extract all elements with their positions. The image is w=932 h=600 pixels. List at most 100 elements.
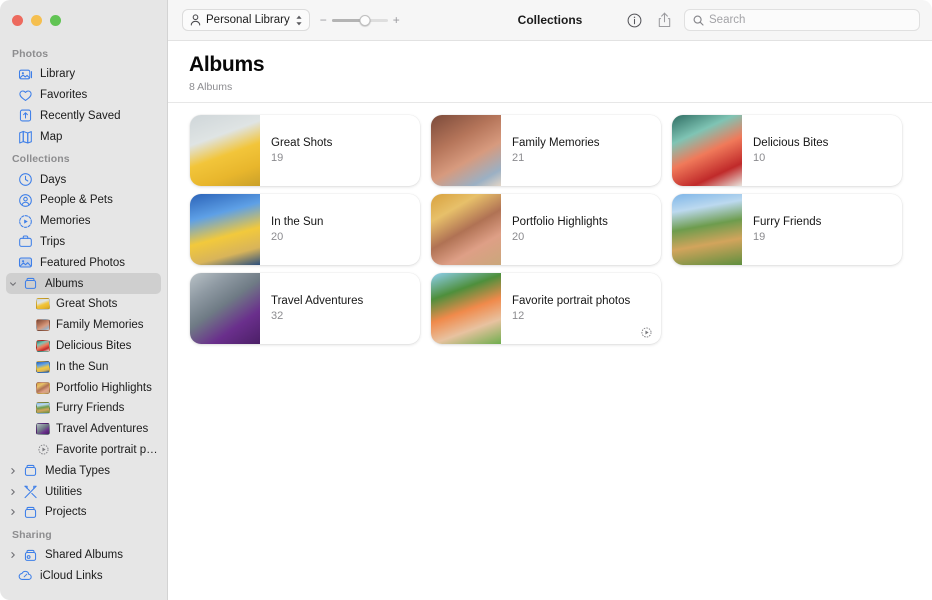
album-thumbnail	[431, 194, 501, 265]
smart-album-gear-icon	[36, 443, 50, 457]
albums-grid-wrapper: Great Shots 19 Family Memories 21 Delicious …	[168, 103, 932, 344]
album-box-icon	[23, 463, 38, 478]
chevron-up-down-icon	[295, 15, 303, 26]
search-field[interactable]: Search	[684, 9, 920, 31]
sidebar-item-favorites[interactable]: Favorites	[6, 85, 161, 106]
sidebar-item-favorite-portrait-photos[interactable]: Favorite portrait photos	[6, 440, 161, 461]
album-thumbnail	[190, 115, 260, 186]
sidebar-item-label: Family Memories	[56, 319, 144, 332]
chevron-right-icon[interactable]	[8, 467, 17, 475]
sidebar-item-portfolio-highlights[interactable]: Portfolio Highlights	[6, 377, 161, 398]
sidebar-item-family-memories[interactable]: Family Memories	[6, 315, 161, 336]
album-thumbnail-icon	[36, 318, 50, 332]
zoom-button[interactable]	[50, 14, 61, 26]
album-card[interactable]: In the Sun 20	[190, 194, 420, 265]
album-thumbnail	[672, 194, 742, 265]
sidebar-item-label: Favorite portrait photos	[56, 443, 161, 456]
album-card[interactable]: Travel Adventures 32	[190, 273, 420, 344]
clock-icon	[18, 172, 33, 187]
chevron-right-icon[interactable]	[8, 508, 17, 516]
page-title: Albums	[189, 53, 265, 76]
album-count: 19	[271, 152, 284, 164]
album-card-text: Family Memories 21	[501, 115, 661, 186]
album-card-text: Travel Adventures 32	[260, 273, 420, 344]
zoom-slider[interactable]	[331, 14, 388, 26]
sidebar-item-label: Library	[40, 68, 76, 81]
album-card[interactable]: Furry Friends 19	[672, 194, 902, 265]
album-count: 20	[271, 231, 284, 243]
album-name: Great Shots	[271, 137, 333, 149]
library-selector[interactable]: Personal Library	[182, 9, 310, 31]
sidebar-item-label: Map	[40, 130, 63, 143]
sidebar-item-travel-adventures[interactable]: Travel Adventures	[6, 419, 161, 440]
sidebar-item-icloud-links[interactable]: iCloud Links	[6, 566, 161, 587]
sidebar-item-label: People & Pets	[40, 194, 113, 207]
sidebar-item-people-pets[interactable]: People & Pets	[6, 190, 161, 211]
person-circle-icon	[18, 193, 33, 208]
chevron-down-icon[interactable]	[8, 280, 17, 288]
heart-icon	[18, 88, 33, 103]
sidebar-item-label: Utilities	[45, 485, 83, 498]
close-button[interactable]	[12, 14, 23, 26]
sidebar-item-label: Travel Adventures	[56, 423, 149, 436]
share-button[interactable]	[654, 10, 674, 30]
album-thumbnail	[431, 115, 501, 186]
album-thumbnail-icon	[36, 339, 50, 353]
album-name: Travel Adventures	[271, 295, 364, 307]
sidebar: Photos Library Favorites Recently Saved Map C…	[0, 0, 168, 600]
album-count-label: 8 Albums	[189, 81, 233, 93]
album-name: Favorite portrait photos	[512, 295, 631, 307]
toolbar-title: Collections	[517, 13, 583, 27]
minimize-button[interactable]	[31, 14, 42, 26]
sidebar-list[interactable]: Photos Library Favorites Recently Saved Map C…	[0, 40, 167, 586]
info-button[interactable]	[624, 10, 644, 30]
suitcase-icon	[18, 234, 33, 249]
sidebar-item-trips[interactable]: Trips	[6, 232, 161, 253]
sidebar-item-label: Furry Friends	[56, 402, 125, 415]
sidebar-section-header: Sharing	[12, 528, 52, 541]
album-card-text: Delicious Bites 10	[742, 115, 902, 186]
zoom-control[interactable]: − +	[320, 13, 400, 27]
album-name: Family Memories	[512, 137, 600, 149]
sidebar-item-utilities[interactable]: Utilities	[6, 481, 161, 502]
recently-saved-icon	[18, 108, 33, 123]
sidebar-item-delicious-bites[interactable]: Delicious Bites	[6, 336, 161, 357]
sidebar-item-label: Great Shots	[56, 298, 118, 311]
album-card[interactable]: Favorite portrait photos 12	[431, 273, 661, 344]
album-card[interactable]: Family Memories 21	[431, 115, 661, 186]
traffic-lights	[0, 0, 167, 40]
sidebar-item-label: In the Sun	[56, 360, 109, 373]
chevron-right-icon[interactable]	[8, 551, 17, 559]
zoom-in-button[interactable]: +	[393, 13, 400, 27]
sidebar-item-label: Albums	[45, 277, 84, 290]
sidebar-item-projects[interactable]: Projects	[6, 502, 161, 523]
share-icon	[658, 12, 671, 28]
album-card[interactable]: Great Shots 19	[190, 115, 420, 186]
sidebar-item-memories[interactable]: Memories	[6, 211, 161, 232]
album-card[interactable]: Portfolio Highlights 20	[431, 194, 661, 265]
sidebar-item-library[interactable]: Library	[6, 64, 161, 85]
sidebar-item-days[interactable]: Days	[6, 169, 161, 190]
album-card-text: Great Shots 19	[260, 115, 420, 186]
map-icon	[18, 129, 33, 144]
album-card[interactable]: Delicious Bites 10	[672, 115, 902, 186]
sidebar-item-featured-photos[interactable]: Featured Photos	[6, 252, 161, 273]
chevron-right-icon[interactable]	[8, 488, 17, 496]
memories-play-icon	[18, 214, 33, 229]
sidebar-item-label: Media Types	[45, 464, 110, 477]
sidebar-item-great-shots[interactable]: Great Shots	[6, 294, 161, 315]
zoom-out-button[interactable]: −	[320, 13, 327, 27]
album-card-text: Favorite portrait photos 12	[501, 273, 661, 344]
album-count: 19	[753, 231, 766, 243]
sidebar-item-furry-friends[interactable]: Furry Friends	[6, 398, 161, 419]
sidebar-item-map[interactable]: Map	[6, 126, 161, 147]
slider-thumb[interactable]	[359, 14, 371, 26]
album-thumbnail	[190, 273, 260, 344]
sidebar-item-in-the-sun[interactable]: In the Sun	[6, 356, 161, 377]
sidebar-item-media-types[interactable]: Media Types	[6, 460, 161, 481]
album-card-text: Portfolio Highlights 20	[501, 194, 661, 265]
sidebar-item-shared-albums[interactable]: Shared Albums	[6, 545, 161, 566]
sidebar-item-albums[interactable]: Albums	[6, 273, 161, 294]
album-thumbnail-icon	[36, 401, 50, 415]
sidebar-item-recently-saved[interactable]: Recently Saved	[6, 106, 161, 127]
